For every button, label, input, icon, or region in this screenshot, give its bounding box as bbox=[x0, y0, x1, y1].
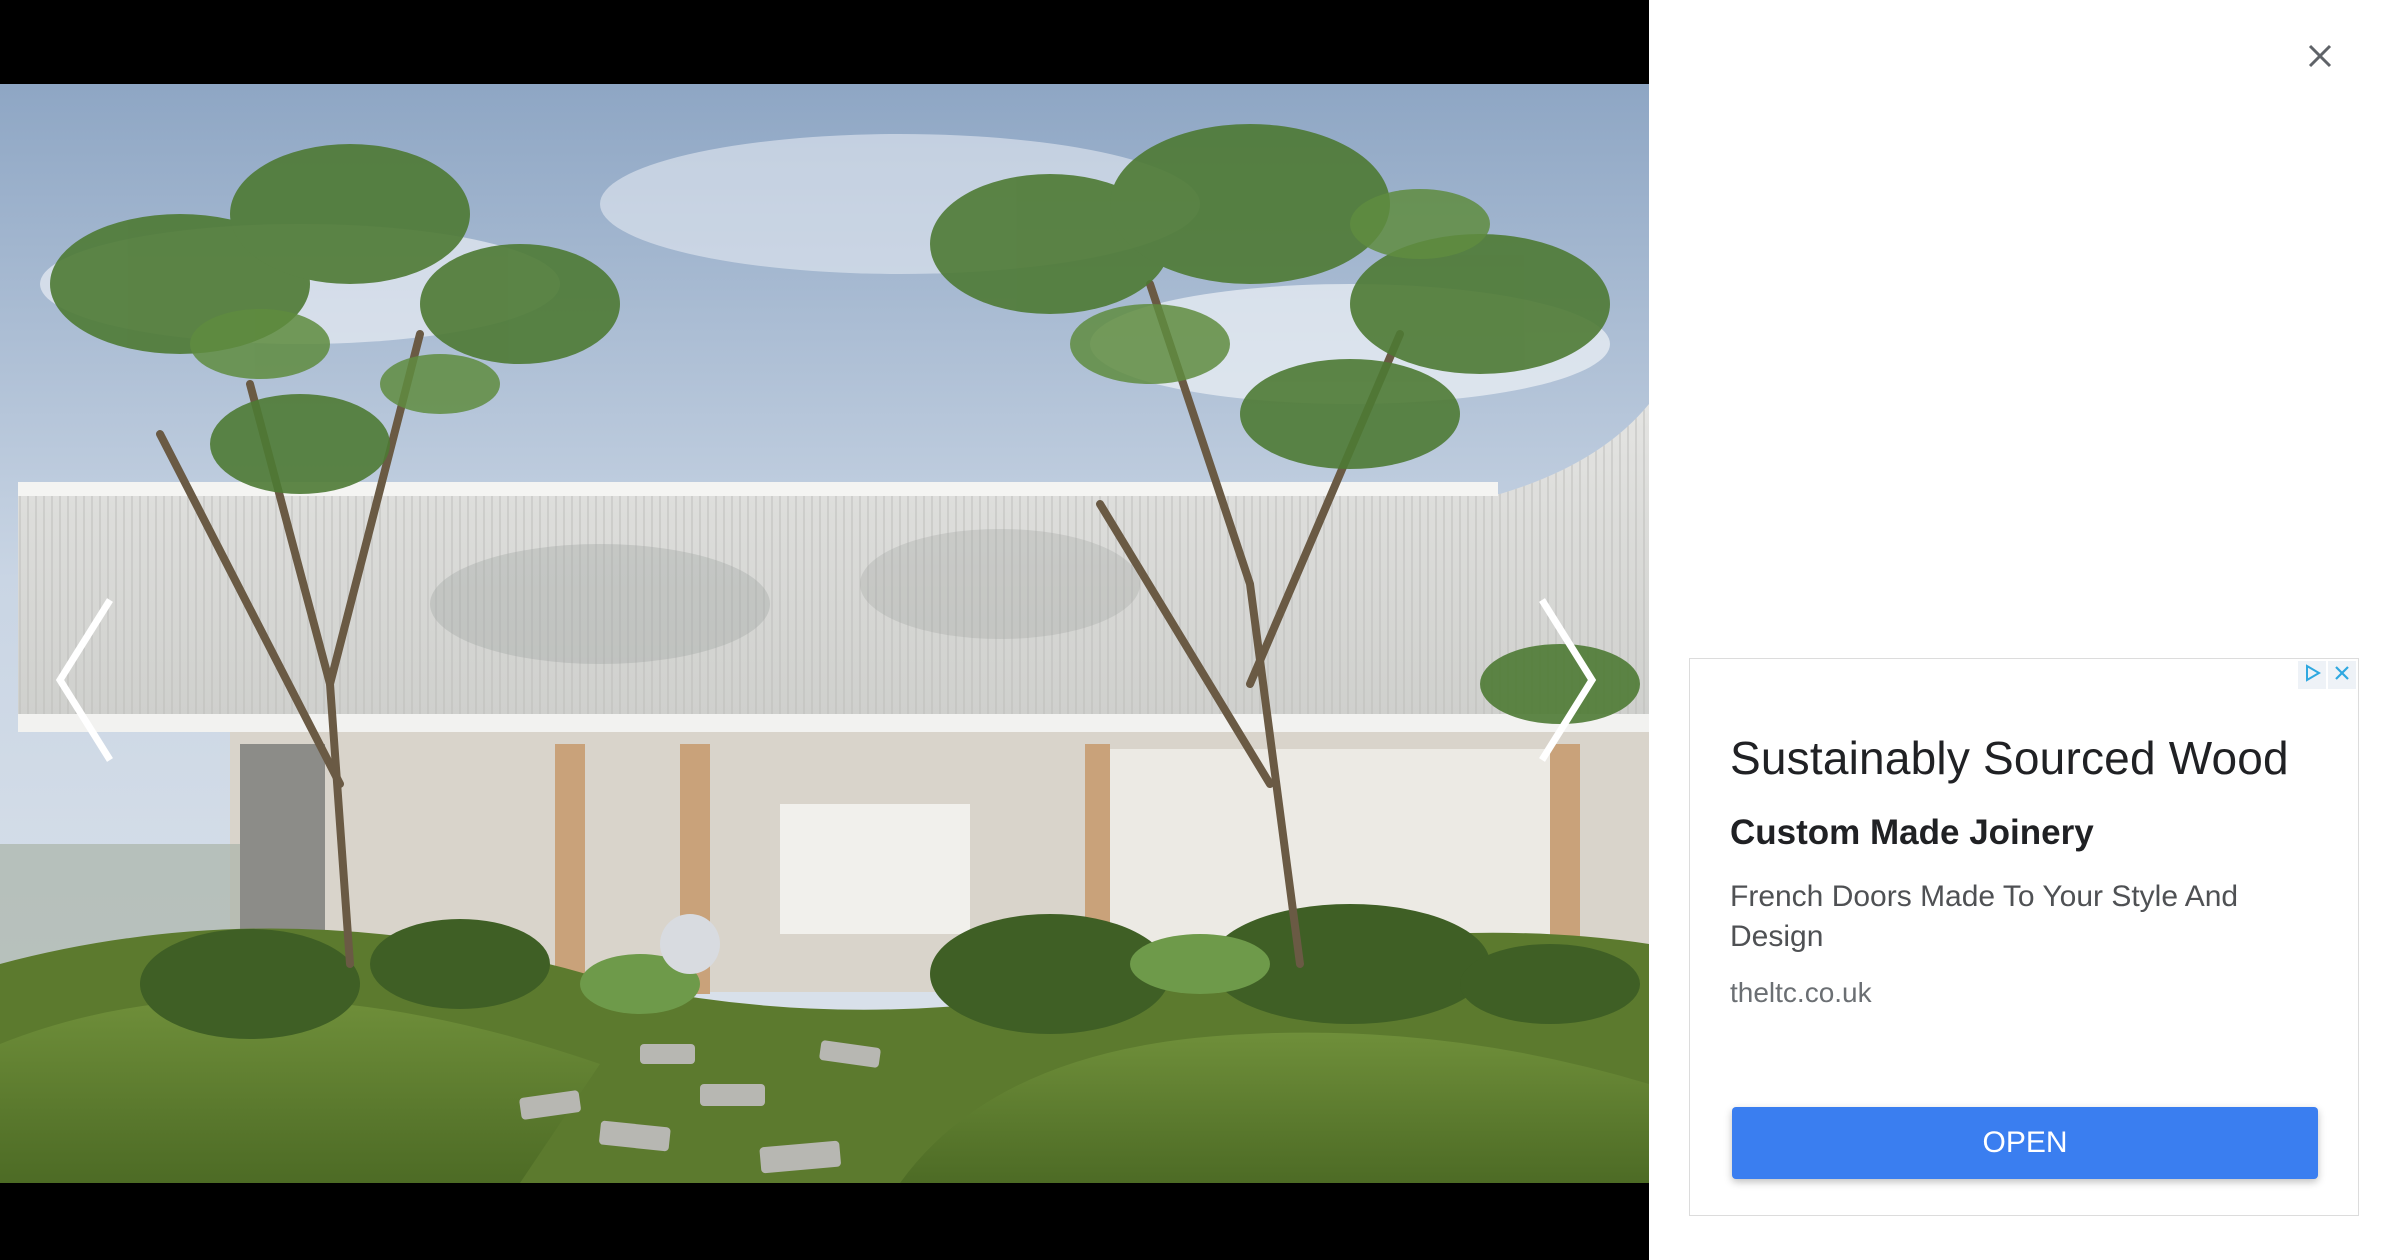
open-button[interactable]: OPEN bbox=[1732, 1107, 2318, 1179]
adchoices-button[interactable] bbox=[2298, 661, 2326, 689]
adchoices-icon bbox=[2302, 663, 2322, 688]
ad-close-button[interactable] bbox=[2328, 661, 2356, 689]
next-image-button[interactable] bbox=[1520, 595, 1610, 765]
ad-close-icon bbox=[2332, 663, 2352, 688]
ad-description: French Doors Made To Your Style And Desi… bbox=[1730, 880, 2239, 953]
gallery-photo bbox=[0, 84, 1649, 1183]
chevron-right-icon bbox=[1520, 595, 1610, 765]
close-icon bbox=[2300, 44, 2340, 80]
close-button[interactable] bbox=[2300, 36, 2340, 76]
ad-headline[interactable]: Sustainably Sourced Wood bbox=[1730, 731, 2289, 785]
ad-choices bbox=[2298, 661, 2356, 689]
previous-image-button[interactable] bbox=[42, 595, 132, 765]
image-viewer bbox=[0, 0, 1649, 1260]
ad-unit[interactable]: Sustainably Sourced Wood Custom Made Joi… bbox=[1689, 658, 2359, 1216]
ad-subheadline[interactable]: Custom Made Joinery bbox=[1730, 813, 2094, 853]
ad-domain[interactable]: theltc.co.uk bbox=[1730, 977, 1872, 1009]
chevron-left-icon bbox=[42, 595, 132, 765]
